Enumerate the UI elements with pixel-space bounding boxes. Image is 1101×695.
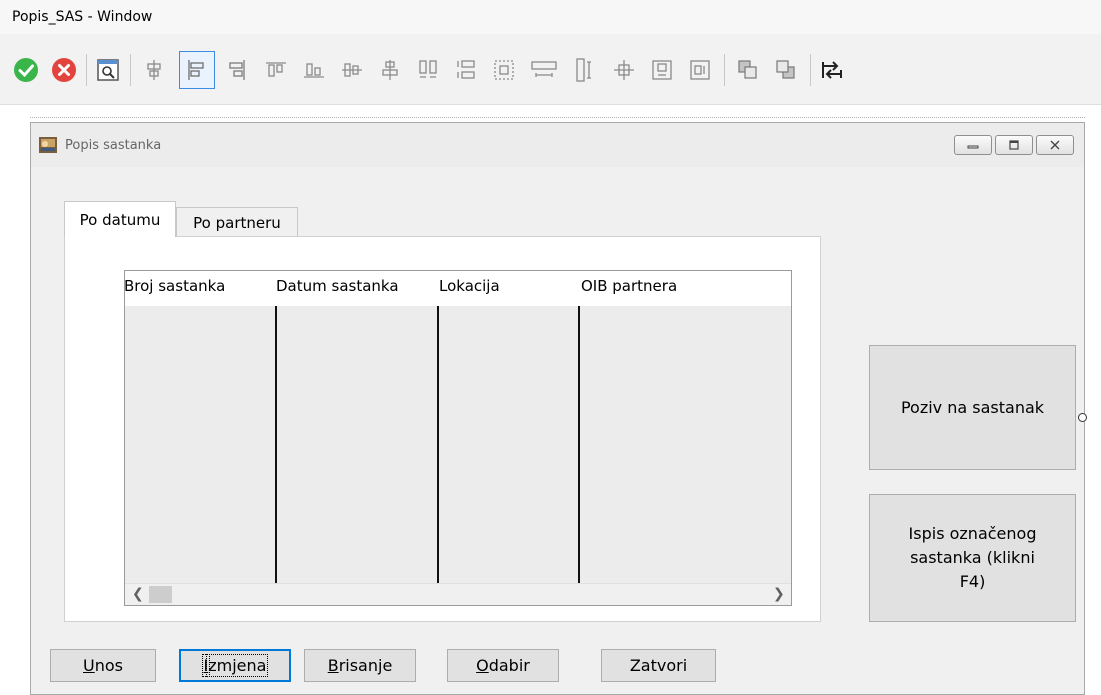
column-header-broj-sastanka[interactable]: Broj sastanka [124,277,225,295]
space-vertical-icon[interactable] [570,56,598,84]
column-divider [578,306,580,584]
form-caption-bar: Popis sastanka [31,123,1084,167]
minimize-icon [967,145,979,149]
izmjena-label: Izmjena [201,654,269,677]
form-selection-border [30,117,1085,118]
align-middle-icon[interactable] [338,56,366,84]
ispis-sastanka-button[interactable]: Ispis označenog sastanka (klikni F4) [869,494,1076,622]
scroll-left-icon[interactable]: ❮ [132,586,144,602]
brisanje-label: Brisanje [327,656,393,675]
same-width-icon[interactable] [414,56,442,84]
maximize-icon [1009,140,1019,150]
center-in-form-icon[interactable] [610,56,638,84]
ispis-line-1: Ispis označenog [908,524,1037,543]
close-icon [1050,140,1060,150]
zatvori-label: Zatvori [629,656,688,675]
grid-header: Broj sastanka Datum sastanka Lokacija OI… [124,271,791,306]
toolbar-separator [810,54,811,86]
window-controls [954,135,1074,155]
center-vertically-icon[interactable] [648,56,676,84]
ispis-line-3: F4) [959,572,986,591]
unos-label: Unos [83,656,123,675]
magnifier-icon[interactable] [94,56,122,84]
brisanje-button[interactable]: Brisanje [304,649,416,682]
align-bottom-icon[interactable] [300,56,328,84]
center-horizontally-icon[interactable] [686,56,714,84]
poziv-na-sastanak-label: Poziv na sastanak [900,397,1045,417]
bring-to-front-icon[interactable] [734,56,762,84]
same-size-icon[interactable] [490,56,518,84]
tab-panel: Broj sastanka Datum sastanka Lokacija OI… [64,236,821,622]
column-divider [275,306,277,584]
align-center-vertical-icon[interactable] [376,56,404,84]
same-height-icon[interactable] [452,56,480,84]
tab-po-datumu[interactable]: Po datumu [64,201,176,237]
zatvori-button[interactable]: Zatvori [601,649,716,682]
ispis-sastanka-label: Ispis označenog sastanka (klikni F4) [909,522,1037,594]
align-right-icon[interactable] [222,56,250,84]
column-divider [437,306,439,584]
align-left-icon[interactable] [179,51,215,89]
ispis-line-2: sastanka (klikni [910,548,1035,567]
tab-po-partneru[interactable]: Po partneru [176,207,298,237]
scroll-thumb[interactable] [149,586,172,603]
minimize-button[interactable] [954,135,992,155]
toolbar-separator [86,54,87,86]
green-check-icon[interactable] [12,56,40,84]
poziv-na-sastanak-button[interactable]: Poziv na sastanak [869,345,1076,470]
odabir-button[interactable]: Odabir [447,649,559,682]
toolbar-separator [724,54,725,86]
column-header-oib-partnera[interactable]: OIB partnera [581,277,677,295]
horizontal-scrollbar[interactable]: ❮ ❯ [125,583,791,605]
izmjena-button[interactable]: Izmjena [179,649,291,682]
maximize-button[interactable] [995,135,1033,155]
form-window: Popis sastanka Po datumu Po partneru Bro… [30,122,1085,695]
unos-button[interactable]: Unos [50,649,156,682]
meetings-grid[interactable]: Broj sastanka Datum sastanka Lokacija OI… [124,270,792,606]
designer-toolbar [0,34,1101,105]
column-header-lokacija[interactable]: Lokacija [439,277,500,295]
red-x-icon[interactable] [50,56,78,84]
send-to-back-icon[interactable] [772,56,800,84]
align-center-icon[interactable] [140,56,168,84]
close-button[interactable] [1036,135,1074,155]
window-titlebar: Popis_SAS - Window [0,0,1101,35]
form-app-icon [39,137,57,153]
window-title: Popis_SAS - Window [12,9,153,25]
tab-order-icon[interactable] [818,56,846,84]
form-resize-handle[interactable] [1078,413,1087,422]
align-top-icon[interactable] [262,56,290,84]
column-header-datum-sastanka[interactable]: Datum sastanka [276,277,399,295]
odabir-label: Odabir [476,656,530,675]
scroll-right-icon[interactable]: ❯ [773,586,785,602]
space-horizontal-icon[interactable] [530,56,558,84]
form-title: Popis sastanka [65,138,162,153]
toolbar-separator [130,54,131,86]
